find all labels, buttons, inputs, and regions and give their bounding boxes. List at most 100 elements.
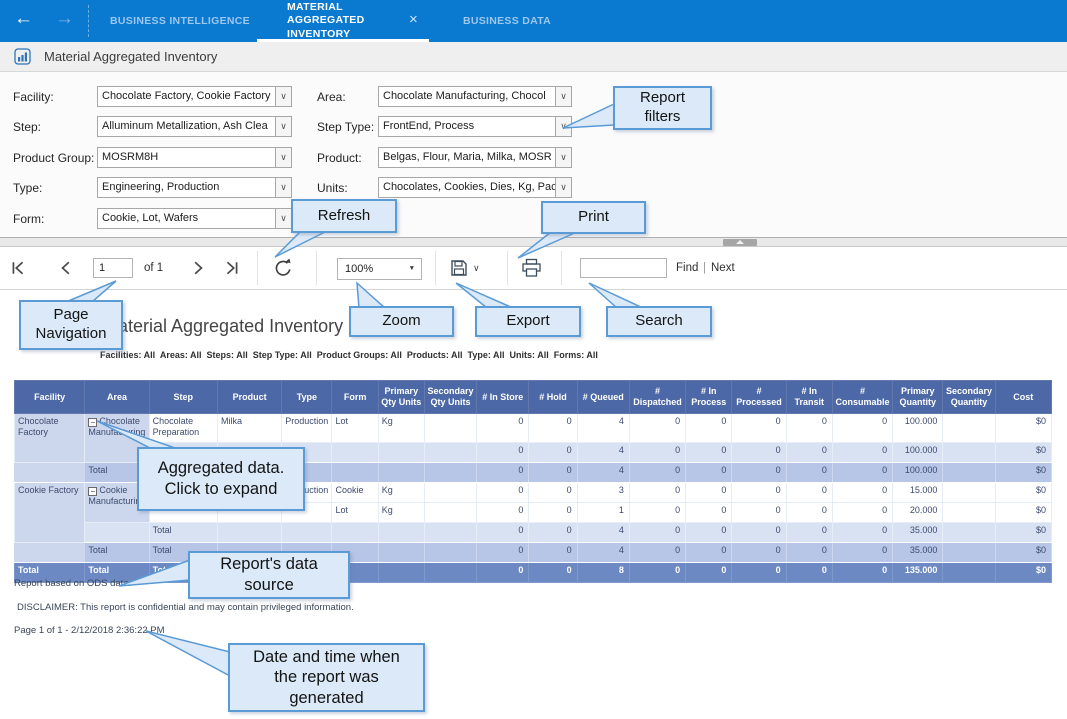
collapse-icon[interactable]: − (88, 418, 97, 427)
forward-arrow-icon[interactable]: → (55, 8, 74, 30)
table-cell: Total (85, 543, 149, 563)
step-type-filter-input[interactable]: FrontEnd, Process (378, 116, 556, 137)
table-cell (85, 523, 149, 543)
find-button[interactable]: Find (676, 247, 698, 290)
table-cell (378, 563, 424, 583)
table-cell: 0 (832, 463, 892, 483)
table-cell (943, 523, 995, 543)
close-icon[interactable]: × (409, 12, 418, 28)
table-row: TotalTotalTotal00800000135.000$0 (15, 563, 1052, 583)
table-column-header: Cost (995, 381, 1051, 414)
step-filter-input[interactable]: Alluminum Metallization, Ash Clea (97, 116, 276, 137)
table-cell: 0 (786, 563, 832, 583)
table-cell (943, 443, 995, 463)
table-cell (943, 503, 995, 523)
product-group-filter-input[interactable]: MOSRM8H (97, 147, 276, 168)
table-cell: 35.000 (893, 543, 943, 563)
collapse-icon[interactable]: − (88, 487, 97, 496)
next-button[interactable]: Next (711, 247, 735, 290)
annotation-label: Export (506, 312, 549, 331)
save-icon[interactable] (450, 259, 468, 277)
filter-row-step: Step:Alluminum Metallization, Ash Clea∨ (13, 116, 292, 138)
table-cell (332, 463, 378, 483)
annotation-label: Page Navigation (29, 306, 113, 344)
table-column-header: # In Store (477, 381, 529, 414)
previous-page-icon[interactable] (58, 260, 74, 276)
tab-business-data[interactable]: BUSINESS DATA (452, 0, 562, 42)
table-cell: 0 (686, 414, 732, 443)
annotation-page-navigation: Page Navigation (19, 300, 123, 350)
table-column-header: Secondary Quantity (943, 381, 995, 414)
refresh-icon[interactable] (272, 257, 295, 280)
table-column-header: Step (149, 381, 217, 414)
table-column-header: # Processed (732, 381, 786, 414)
table-cell: 4 (577, 463, 629, 483)
table-cell: 0 (477, 443, 529, 463)
next-page-icon[interactable] (190, 260, 206, 276)
type-filter-input[interactable]: Engineering, Production (97, 177, 276, 198)
table-cell (424, 483, 476, 503)
table-cell (282, 523, 332, 543)
last-page-icon[interactable] (224, 260, 240, 276)
search-input[interactable] (580, 258, 667, 278)
dropdown-icon[interactable]: ∨ (555, 147, 572, 168)
panel-splitter[interactable] (0, 237, 1067, 247)
table-cell: Lot (332, 414, 378, 443)
dropdown-icon[interactable]: ∨ (555, 177, 572, 198)
splitter-collapse-handle[interactable] (723, 239, 757, 246)
annotation-report-filters: Report filters (613, 86, 712, 130)
dropdown-icon[interactable]: ∨ (275, 208, 292, 229)
dropdown-icon[interactable]: ∨ (555, 86, 572, 107)
dropdown-icon[interactable]: ∨ (275, 86, 292, 107)
tab-business-intelligence[interactable]: BUSINESS INTELLIGENCE (100, 0, 260, 42)
dropdown-icon[interactable]: ∨ (275, 177, 292, 198)
table-row: Chocolate Factory−Chocolate Manufacturin… (15, 414, 1052, 443)
tab-material-aggregated-inventory[interactable]: MATERIAL AGGREGATED INVENTORY (257, 0, 429, 42)
save-caret-icon[interactable]: ∨ (473, 247, 480, 290)
print-icon[interactable] (521, 258, 542, 278)
dropdown-icon[interactable]: ∨ (555, 116, 572, 137)
toolbar-divider (257, 251, 258, 285)
table-cell: 0 (786, 463, 832, 483)
table-cell: 0 (786, 443, 832, 463)
filter-label: Facility: (13, 86, 97, 108)
zoom-select[interactable]: 100% ▼ (337, 258, 422, 280)
filter-label: Product: (317, 147, 378, 169)
back-arrow-icon[interactable]: ← (14, 8, 33, 30)
chart-icon (14, 48, 31, 65)
annotation-label: Report filters (623, 89, 702, 127)
app-window: ← → BUSINESS INTELLIGENCE MATERIAL AGGRE… (0, 0, 1067, 719)
table-cell: 0 (477, 543, 529, 563)
annotation-refresh: Refresh (291, 199, 397, 233)
toolbar-divider (507, 251, 508, 285)
filter-panel: Facility:Chocolate Factory, Cookie Facto… (0, 72, 1067, 237)
units-filter-input[interactable]: Chocolates, Cookies, Dies, Kg, Pac (378, 177, 556, 198)
dropdown-icon[interactable]: ∨ (275, 147, 292, 168)
table-column-header: Primary Quantity (893, 381, 943, 414)
report-toolbar: of 1 100% ▼ ∨ Find (0, 247, 1067, 290)
table-cell: Chocolate Factory (15, 414, 85, 463)
disclaimer-text: DISCLAIMER: This report is confidential … (17, 602, 354, 613)
product-filter-input[interactable]: Belgas, Flour, Maria, Milka, MOSR (378, 147, 556, 168)
page-number-input[interactable] (93, 258, 133, 278)
report-header-bar: Material Aggregated Inventory (0, 42, 1067, 72)
first-page-icon[interactable] (10, 260, 26, 276)
table-column-header: # Queued (577, 381, 629, 414)
area-filter-input[interactable]: Chocolate Manufacturing, Chocol (378, 86, 556, 107)
form-filter-input[interactable]: Cookie, Lot, Wafers (97, 208, 276, 229)
annotation-data-source: Report's data source (188, 551, 350, 599)
table-row: Total0040000035.000$0 (15, 523, 1052, 543)
report-title: Material Aggregated Inventory (103, 316, 343, 337)
table-column-header: # Dispatched (629, 381, 685, 414)
table-cell: 0 (786, 523, 832, 543)
table-cell (943, 463, 995, 483)
filter-row-units: Units:Chocolates, Cookies, Dies, Kg, Pac… (317, 177, 572, 199)
dropdown-icon[interactable]: ∨ (275, 116, 292, 137)
facility-filter-input[interactable]: Chocolate Factory, Cookie Factory (97, 86, 276, 107)
annotation-label: Print (578, 208, 609, 227)
table-cell: 0 (629, 503, 685, 523)
table-cell: 100.000 (893, 414, 943, 443)
tab-label: BUSINESS DATA (463, 15, 551, 27)
filter-row-area: Area:Chocolate Manufacturing, Chocol∨ (317, 86, 572, 108)
filter-label: Type: (13, 177, 97, 199)
